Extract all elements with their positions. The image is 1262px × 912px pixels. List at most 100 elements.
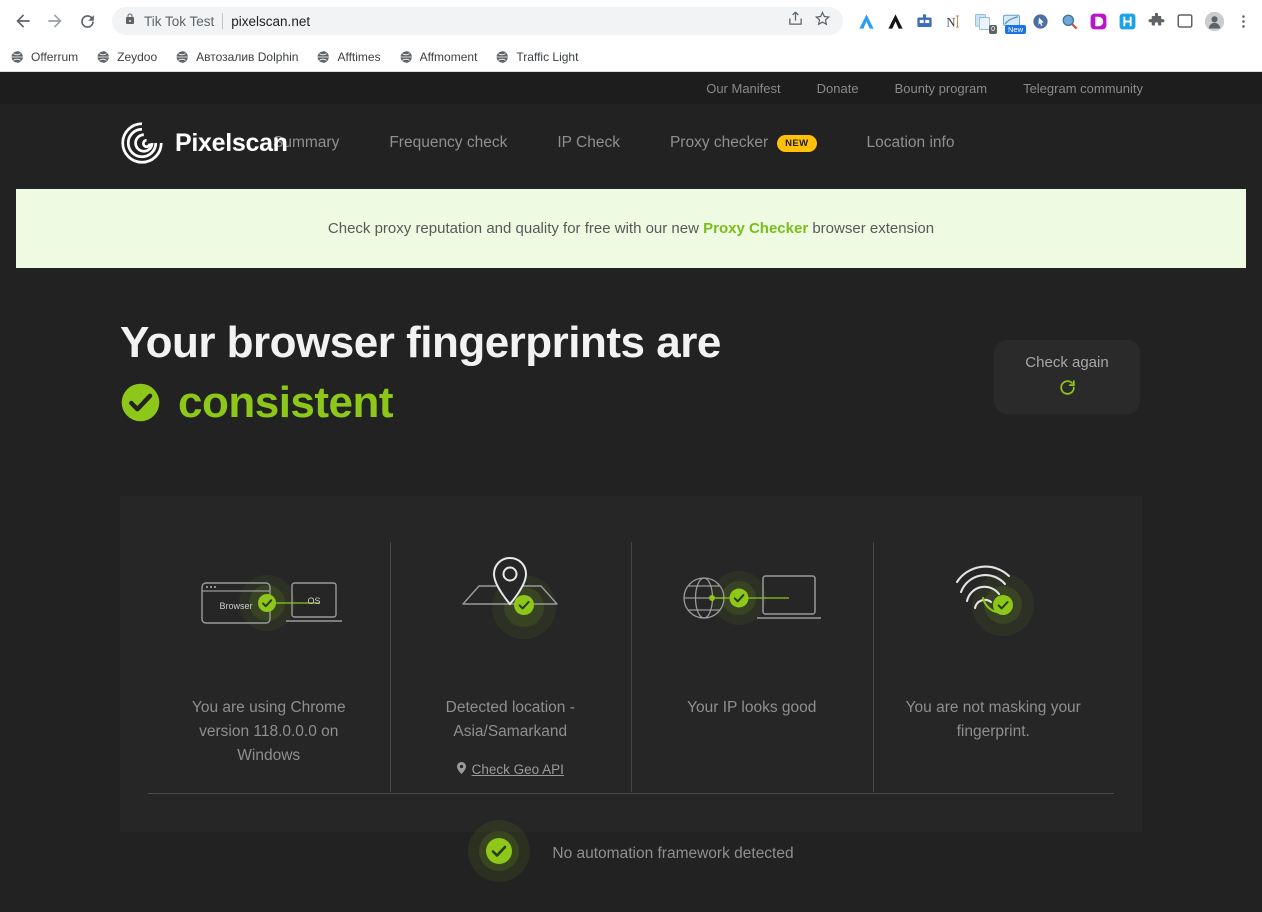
check-again-button[interactable]: Check again xyxy=(994,340,1140,414)
utility-topbar: Our Manifest Donate Bounty program Teleg… xyxy=(0,72,1262,104)
logo-text: Pixelscan xyxy=(175,129,288,158)
topbar-link-telegram[interactable]: Telegram community xyxy=(1023,81,1143,96)
bookmark-item[interactable]: Zeydoo xyxy=(96,50,157,64)
magnifier-extension-icon[interactable] xyxy=(1058,10,1080,32)
bookmark-label: Offerrum xyxy=(31,50,78,64)
check-circle-icon xyxy=(120,382,161,423)
star-icon[interactable] xyxy=(814,10,831,32)
bookmark-label: Zeydoo xyxy=(117,50,157,64)
card-text: Your IP looks good xyxy=(687,696,816,720)
promo-highlight[interactable]: Proxy Checker xyxy=(703,220,808,237)
chrome-menu-icon[interactable] xyxy=(1232,10,1254,32)
globe-laptop-icon xyxy=(643,538,861,658)
bookmark-label: Автозалив Dolphin xyxy=(196,50,298,64)
nav-item-proxy-checker[interactable]: Proxy checker NEW xyxy=(645,134,842,152)
omnibox[interactable]: Tik Tok Test pixelscan.net xyxy=(112,7,843,35)
robot-extension-icon[interactable] xyxy=(913,10,935,32)
summary-cards: Browser OS You are using Chrome version … xyxy=(148,538,1114,777)
map-pin-icon xyxy=(457,762,466,777)
bookmark-item[interactable]: Offerrum xyxy=(10,50,78,64)
omnibox-actions xyxy=(787,10,831,32)
nav-label: IP Check xyxy=(557,134,620,152)
tab-counter-extension-icon[interactable]: 0 xyxy=(971,10,993,32)
page-content: Our Manifest Donate Bounty program Teleg… xyxy=(0,72,1262,912)
globe-icon xyxy=(175,50,189,64)
puzzle-extensions-icon[interactable] xyxy=(1145,10,1167,32)
bookmark-item[interactable]: Affmoment xyxy=(399,50,478,64)
lock-icon[interactable] xyxy=(124,12,136,31)
check-again-label: Check again xyxy=(994,354,1140,371)
profile-chip-label[interactable]: Tik Tok Test xyxy=(144,14,214,29)
nav-item-frequency-check[interactable]: Frequency check xyxy=(364,134,532,152)
profile-avatar-icon[interactable] xyxy=(1203,10,1225,32)
promo-text-after: browser extension xyxy=(808,220,934,237)
reload-icon[interactable] xyxy=(72,6,102,36)
share-icon[interactable] xyxy=(787,10,804,32)
globe-icon xyxy=(399,50,413,64)
fingerprint-status: consistent xyxy=(120,373,393,433)
forward-arrow-icon[interactable] xyxy=(40,6,70,36)
adspower-extension-icon[interactable] xyxy=(855,10,877,32)
hero-line-1: Your browser fingerprints are xyxy=(120,318,721,367)
check-geo-api-link[interactable]: Check Geo API xyxy=(457,762,564,777)
browser-toolbar: Tik Tok Test pixelscan.net xyxy=(0,0,1262,42)
svg-text:N: N xyxy=(946,15,955,29)
bookmark-label: Traffic Light xyxy=(516,50,578,64)
omnibox-divider xyxy=(222,13,223,29)
svg-text:OS: OS xyxy=(307,596,320,606)
location-pin-icon xyxy=(402,538,620,658)
page-title: Your browser fingerprints are consistent xyxy=(120,313,940,439)
main-navigation: Summary Frequency check IP Check Proxy c… xyxy=(248,134,979,152)
cursor-extension-icon[interactable] xyxy=(1029,10,1051,32)
nav-item-location-info[interactable]: Location info xyxy=(842,134,980,152)
summary-panel: Browser OS You are using Chrome version … xyxy=(120,496,1142,832)
site-header: Pixelscan Summary Frequency check IP Che… xyxy=(0,104,1262,182)
status-word: consistent xyxy=(178,373,393,433)
globe-icon xyxy=(10,50,24,64)
bookmarks-bar: Offerrum Zeydoo Автозалив Dolphin Afftim… xyxy=(0,42,1262,72)
card-browser-os: Browser OS You are using Chrome version … xyxy=(148,538,390,777)
topbar-link-bounty[interactable]: Bounty program xyxy=(895,81,988,96)
card-location: Detected location - Asia/Samarkand Check… xyxy=(390,538,632,777)
nav-label: Proxy checker xyxy=(670,134,768,152)
n-extension-icon[interactable]: N xyxy=(942,10,964,32)
globe-icon xyxy=(96,50,110,64)
d-extension-icon[interactable] xyxy=(1087,10,1109,32)
svg-text:Browser: Browser xyxy=(219,601,252,611)
bookmark-item[interactable]: Автозалив Dolphin xyxy=(175,50,298,64)
browser-chrome: Tik Tok Test pixelscan.net xyxy=(0,0,1262,72)
card-text: You are using Chrome version 118.0.0.0 o… xyxy=(174,696,364,768)
card-link-label: Check Geo API xyxy=(472,762,564,777)
new-tab-extension-icon[interactable]: New xyxy=(1000,10,1022,32)
nav-item-ip-check[interactable]: IP Check xyxy=(532,134,645,152)
fingerprint-icon xyxy=(885,538,1103,658)
automation-status-text: No automation framework detected xyxy=(552,845,793,863)
side-panel-icon[interactable] xyxy=(1174,10,1196,32)
back-arrow-icon[interactable] xyxy=(8,6,38,36)
globe-icon xyxy=(316,50,330,64)
promo-text: Check proxy reputation and quality for f… xyxy=(328,220,934,237)
topbar-link-manifest[interactable]: Our Manifest xyxy=(706,81,780,96)
pixelscan-logo-icon xyxy=(120,121,164,165)
promo-banner[interactable]: Check proxy reputation and quality for f… xyxy=(16,189,1246,268)
automation-status-row: No automation framework detected xyxy=(148,794,1114,887)
bookmark-label: Afftimes xyxy=(337,50,380,64)
nav-label: Location info xyxy=(867,134,955,152)
new-tab-badge: New xyxy=(1005,25,1026,35)
dolphin-anty-extension-icon[interactable] xyxy=(884,10,906,32)
omnibox-url[interactable]: pixelscan.net xyxy=(231,14,779,29)
h-extension-icon[interactable] xyxy=(1116,10,1138,32)
check-circle-icon xyxy=(468,820,530,887)
bookmark-item[interactable]: Afftimes xyxy=(316,50,380,64)
card-ip: Your IP looks good xyxy=(631,538,873,777)
bookmark-label: Affmoment xyxy=(420,50,478,64)
card-text: You are not masking your fingerprint. xyxy=(898,696,1088,744)
topbar-link-donate[interactable]: Donate xyxy=(817,81,859,96)
tab-counter-badge: 0 xyxy=(989,25,997,34)
nav-label: Frequency check xyxy=(389,134,507,152)
bookmark-item[interactable]: Traffic Light xyxy=(495,50,578,64)
promo-text-before: Check proxy reputation and quality for f… xyxy=(328,220,703,237)
new-badge: NEW xyxy=(777,135,816,152)
site-logo[interactable]: Pixelscan xyxy=(120,121,288,165)
hero-section: Your browser fingerprints are consistent… xyxy=(0,268,1262,439)
